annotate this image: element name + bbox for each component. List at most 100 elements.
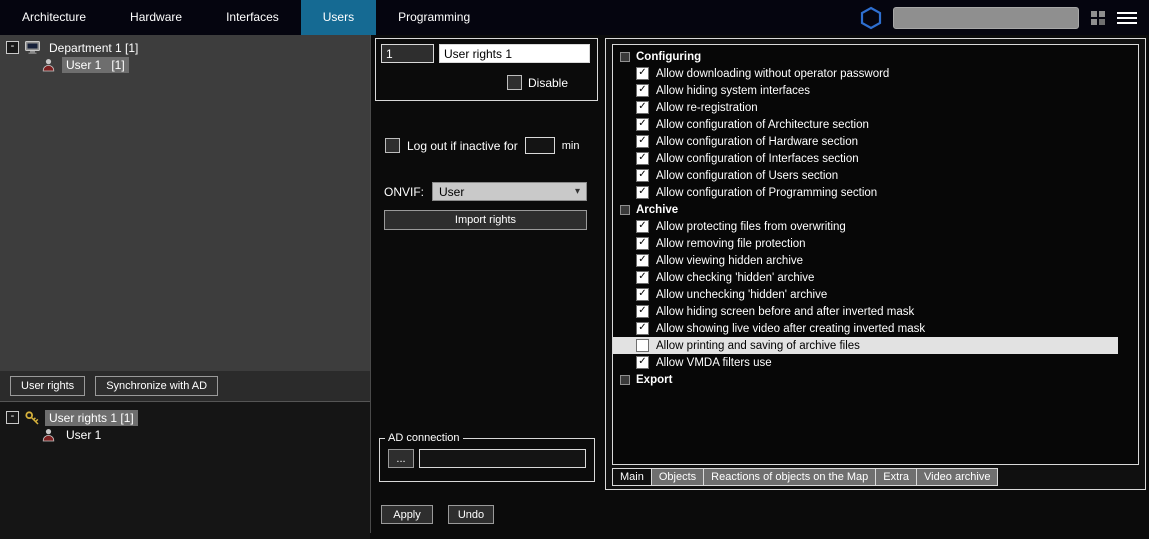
tab-architecture[interactable]: Architecture [0, 0, 108, 35]
checkbox[interactable]: ✓ [636, 237, 649, 250]
disable-label: Disable [528, 76, 568, 90]
rights-item-row[interactable]: ✓Allow configuration of Hardware section [613, 133, 1138, 150]
logout-inactive-checkbox[interactable] [385, 138, 400, 153]
onvif-row: ONVIF: User ▾ [384, 182, 587, 201]
user-icon [42, 428, 58, 442]
rights-item-row[interactable]: ✓Allow showing live video after creating… [613, 320, 1138, 337]
rights-tab-video-archive[interactable]: Video archive [917, 468, 998, 486]
tab-users[interactable]: Users [301, 0, 376, 35]
rights-item-row[interactable]: ✓Allow unchecking 'hidden' archive [613, 286, 1138, 303]
department-tree-item-label[interactable]: User 1 [1] [62, 57, 129, 73]
hexagon-logo-icon [860, 6, 882, 30]
checkbox[interactable]: ✓ [636, 220, 649, 233]
hamburger-menu-icon[interactable] [1117, 11, 1137, 25]
checkbox[interactable] [636, 339, 649, 352]
rights-item-label: Allow printing and saving of archive fil… [656, 340, 860, 352]
rights-tree-item-row[interactable]: - User rights 1 [1] [0, 409, 370, 426]
rights-tree-item-label[interactable]: User 1 [62, 427, 105, 443]
rights-item-label: Allow hiding screen before and after inv… [656, 306, 914, 318]
checkbox[interactable]: ✓ [636, 152, 649, 165]
checkbox[interactable]: ✓ [636, 186, 649, 199]
main-tabs: ArchitectureHardwareInterfacesUsersProgr… [0, 0, 492, 35]
rights-tree-item-label[interactable]: User rights 1 [1] [45, 410, 138, 426]
user-rights-button[interactable]: User rights [10, 376, 85, 396]
checkbox[interactable]: ✓ [636, 118, 649, 131]
onvif-label: ONVIF: [384, 185, 432, 199]
rights-tab-objects[interactable]: Objects [652, 468, 704, 486]
checkbox[interactable]: ✓ [636, 135, 649, 148]
department-tree-item-row[interactable]: User 1 [1] [0, 56, 370, 73]
checkbox[interactable]: ✓ [636, 254, 649, 267]
rights-item-label: Allow downloading without operator passw… [656, 68, 889, 80]
disable-row: Disable [507, 75, 568, 90]
department-tree-item-label[interactable]: Department 1 [1] [45, 40, 142, 56]
rights-item-row[interactable]: ✓ Allow re-registration [613, 99, 1138, 116]
tab-hardware[interactable]: Hardware [108, 0, 204, 35]
logout-minutes-field[interactable] [525, 137, 555, 154]
checkbox[interactable]: ✓ [636, 356, 649, 369]
checkbox[interactable]: ✓ [636, 67, 649, 80]
key-icon [25, 411, 41, 425]
search-input[interactable] [893, 7, 1079, 29]
chevron-down-icon: ▾ [575, 186, 580, 197]
rights-item-label: Allow configuration of Programming secti… [656, 187, 877, 199]
checkbox[interactable]: ✓ [636, 322, 649, 335]
checkbox[interactable]: ✓ [636, 169, 649, 182]
rights-item-row[interactable]: ✓Allow configuration of Interfaces secti… [613, 150, 1138, 167]
identity-group-box: Disable [375, 38, 598, 101]
rights-tabs: MainObjectsReactions of objects on the M… [612, 468, 998, 486]
rights-item-label: Allow re-registration [656, 102, 758, 114]
rights-group-label: Archive [636, 204, 678, 216]
checkbox[interactable]: ✓ [636, 84, 649, 97]
rights-item-row[interactable]: ✓Allow protecting files from overwriting [613, 218, 1138, 235]
rights-tree-item-row[interactable]: User 1 [0, 426, 370, 443]
department-tree-item-row[interactable]: - Department 1 [1] [0, 39, 370, 56]
rights-item-row[interactable]: ✓ Allow hiding screen before and after in… [613, 303, 1138, 320]
tree-expand-icon[interactable] [620, 205, 630, 215]
object-name-field[interactable] [439, 44, 590, 63]
grid-icon[interactable] [1090, 10, 1106, 26]
import-rights-button[interactable]: Import rights [384, 210, 587, 230]
user-icon [42, 58, 58, 72]
rights-item-row[interactable]: ✓Allow checking 'hidden' archive [613, 269, 1138, 286]
rights-item-row[interactable]: ✓ Allow downloading without operator pass… [613, 65, 1138, 82]
tree-collapse-icon[interactable]: - [6, 41, 19, 54]
disable-checkbox[interactable] [507, 75, 522, 90]
tree-expand-icon[interactable] [620, 52, 630, 62]
tree-collapse-icon[interactable]: - [6, 411, 19, 424]
rights-group-label: Configuring [636, 51, 701, 63]
rights-item-row[interactable]: ✓ Allow VMDA filters use [613, 354, 1138, 371]
rights-tab-reactions-of-objects-on-the-map[interactable]: Reactions of objects on the Map [704, 468, 876, 486]
checkbox[interactable]: ✓ [636, 271, 649, 284]
apply-button[interactable]: Apply [381, 505, 433, 524]
rights-group-label: Export [636, 374, 672, 386]
rights-group-row[interactable]: Archive [613, 201, 1138, 218]
rights-group-row[interactable]: Configuring [613, 48, 1138, 65]
ad-connection-label: AD connection [385, 432, 463, 444]
undo-button[interactable]: Undo [448, 505, 494, 524]
ad-browse-button[interactable]: ... [388, 449, 414, 468]
checkbox[interactable]: ✓ [636, 288, 649, 301]
tree-expand-icon[interactable] [620, 375, 630, 385]
ad-connection-field[interactable] [419, 449, 586, 468]
rights-tab-main[interactable]: Main [612, 468, 652, 486]
user-rights-tree: - User rights 1 [1]User 1 [0, 403, 370, 539]
left-button-strip: User rights Synchronize with AD [0, 371, 370, 402]
rights-item-row[interactable]: ✓Allow viewing hidden archive [613, 252, 1138, 269]
checkbox[interactable]: ✓ [636, 305, 649, 318]
rights-group-row[interactable]: Export [613, 371, 1138, 388]
rights-tab-extra[interactable]: Extra [876, 468, 917, 486]
object-id-field[interactable] [381, 44, 434, 63]
tab-interfaces[interactable]: Interfaces [204, 0, 301, 35]
rights-item-row[interactable]: ✓Allow configuration of Users section [613, 167, 1138, 184]
rights-item-row[interactable]: ✓ Allow configuration of Programming sect… [613, 184, 1138, 201]
tab-programming[interactable]: Programming [376, 0, 492, 35]
checkbox[interactable]: ✓ [636, 101, 649, 114]
synchronize-with-ad-button[interactable]: Synchronize with AD [95, 376, 218, 396]
rights-item-row[interactable]: ✓Allow configuration of Architecture sec… [613, 116, 1138, 133]
rights-item-label: Allow VMDA filters use [656, 357, 772, 369]
rights-item-row[interactable]: ✓Allow hiding system interfaces [613, 82, 1138, 99]
onvif-dropdown[interactable]: User ▾ [432, 182, 587, 201]
rights-item-row[interactable]: ✓Allow removing file protection [613, 235, 1138, 252]
rights-item-row[interactable]: Allow printing and saving of archive fil… [613, 337, 1118, 354]
